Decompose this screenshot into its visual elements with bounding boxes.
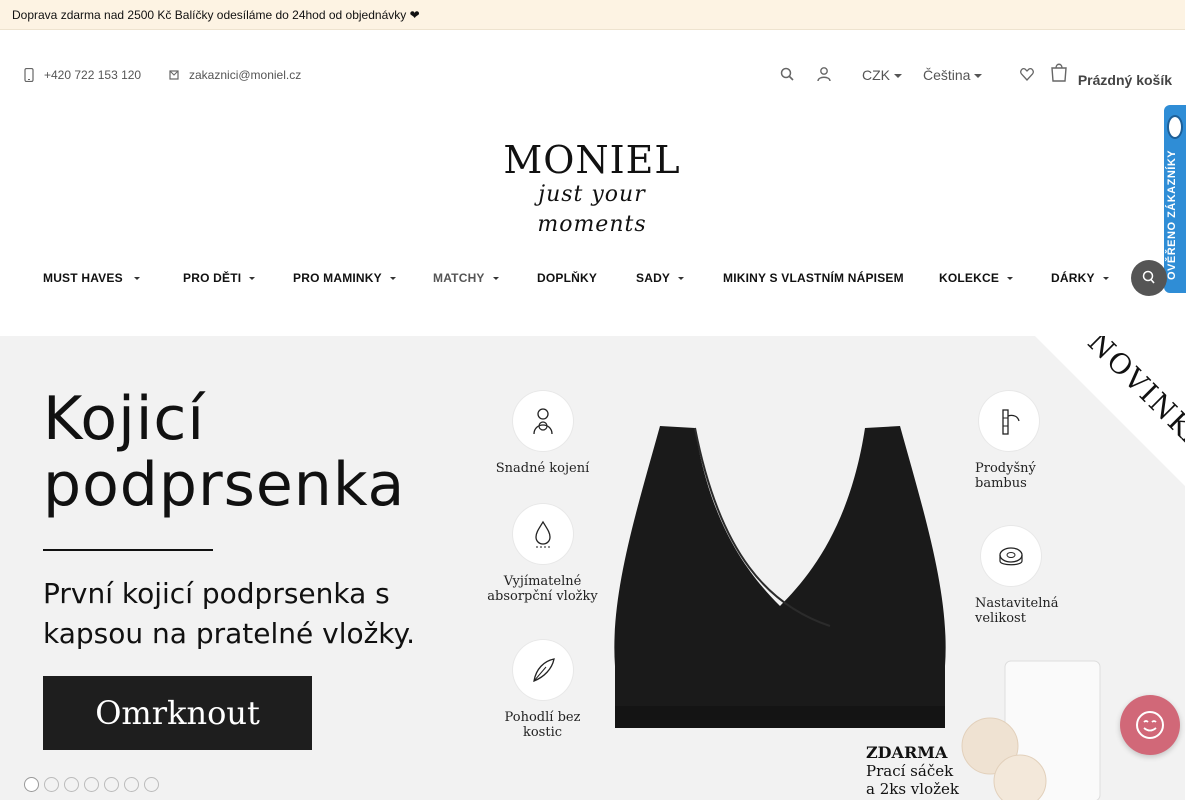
chevron-down-icon [389,277,396,281]
phone-contact[interactable]: +420 722 153 120 [24,67,142,83]
main-navigation: MUST HAVES PRO DĚTI PRO MAMINKY MATCHY D… [0,262,1185,294]
chevron-down-icon [249,277,256,281]
currency-select[interactable]: CZK [862,67,902,83]
nav-item-darky[interactable]: DÁRKY [1051,271,1109,285]
cart-icon[interactable] [1050,62,1068,82]
cart-label[interactable]: Prázdný košík [1078,72,1172,88]
free-gift-text: ZDARMA Prací sáček a 2ks vložek [866,743,959,799]
slider-dot[interactable] [24,777,39,792]
currency-value: CZK [862,67,890,83]
hero-subtitle-line1: První kojicí podprsenka s [43,577,390,610]
slider-pagination [24,777,160,792]
nav-item-label: SADY [636,271,671,285]
feature-item: Vyjímatelné absorpční vložky [465,504,620,604]
nursing-bra-image [614,426,946,728]
nav-item-kolekce[interactable]: KOLEKCE [939,271,1014,285]
slider-dot[interactable] [84,777,99,792]
laundry-bag-and-pads-image [961,660,1101,800]
chevron-down-icon [492,277,499,281]
slider-dot[interactable] [44,777,59,792]
feature-item: Snadné kojení [485,391,600,476]
nav-item-pro-deti[interactable]: PRO DĚTI [183,271,256,285]
free-gift-line2: a 2ks vložek [866,780,959,798]
hero-divider [43,549,213,551]
feature-label: kostic [522,725,563,740]
slider-dot[interactable] [64,777,79,792]
nav-search-button[interactable] [1131,260,1167,296]
slider-dot[interactable] [144,777,159,792]
brand-tagline: just your moments [537,182,647,237]
site-logo[interactable]: MONIEL just your moments [480,138,704,237]
nav-item-label: MUST HAVES [43,271,127,285]
announcement-text: Doprava zdarma nad 2500 Kč Balíčky odesí… [12,8,420,22]
nav-item-label: MIKINY S VLASTNÍM NÁPISEM [723,271,904,285]
nav-item-label: DÁRKY [1051,271,1095,285]
nav-item-must-haves[interactable]: MUST HAVES [43,271,141,285]
hero-subtitle: První kojicí podprsenka s kapsou na prat… [43,574,415,654]
free-gift-title: ZDARMA [866,743,948,762]
nav-item-label: PRO DĚTI [183,271,242,285]
slider-dot[interactable] [104,777,119,792]
feature-item: Pohodlí bez kostic [485,640,600,740]
feather-icon [512,640,573,700]
phone-icon [24,67,34,83]
breastfeeding-icon [512,391,573,451]
nav-item-label: PRO MAMINKY [293,271,382,285]
hero-title: Kojicí podprsenka [43,386,405,518]
feature-item: Nastavitelná velikost [975,526,1075,626]
feature-label: Vyjímatelné [503,574,582,589]
hero-title-line2: podprsenka [43,450,406,520]
nav-item-label: MATCHY [433,271,485,285]
hero-subtitle-line2: kapsou na pratelné vložky. [43,617,415,650]
announcement-bar: Doprava zdarma nad 2500 Kč Balíčky odesí… [0,0,1185,30]
feature-label: velikost [975,611,1026,626]
nav-item-pro-maminky[interactable]: PRO MAMINKY [293,271,396,285]
feature-label: absorpční vložky [487,589,598,604]
email-contact[interactable]: zakaznici@moniel.cz [169,68,301,82]
hero-cta-button[interactable]: Omrknout [43,676,312,750]
nav-item-mikiny[interactable]: MIKINY S VLASTNÍM NÁPISEM [723,271,904,285]
nav-item-label: DOPLŇKY [537,271,598,285]
chevron-down-icon [974,74,983,79]
chevron-down-icon [894,74,902,79]
search-icon [1142,270,1155,284]
language-value: Čeština [923,67,971,83]
droplet-icon [512,504,573,564]
nav-item-doplnky[interactable]: DOPLŇKY [537,271,597,285]
chevron-down-icon [1102,277,1109,281]
chevron-down-icon [1007,277,1014,281]
heart-icon[interactable] [1020,66,1034,82]
measuring-tape-icon [981,526,1041,586]
search-icon[interactable] [780,66,794,82]
slider-dot[interactable] [124,777,139,792]
feature-label: Pohodlí bez [504,710,581,725]
hero-banner[interactable]: Kojicí podprsenka První kojicí podprsenk… [0,336,1185,800]
free-gift-line1: Prací sáček [866,762,954,780]
bamboo-icon [979,391,1039,451]
chat-widget-button[interactable] [1120,695,1180,755]
email-address: zakaznici@moniel.cz [189,68,302,82]
seal-icon [1167,115,1183,139]
feature-label: Nastavitelná [975,596,1059,611]
hero-title-line1: Kojicí [43,384,206,454]
feature-label: Snadné kojení [495,461,590,476]
phone-number: +420 722 153 120 [44,68,142,82]
nav-item-sady[interactable]: SADY [636,271,685,285]
chevron-down-icon [678,277,685,281]
brand-name: MONIEL [503,138,681,182]
chevron-down-icon [134,277,141,281]
nav-item-label: KOLEKCE [939,271,1000,285]
smiley-icon [1136,711,1164,739]
mail-icon [169,68,179,82]
user-icon[interactable] [817,66,831,82]
language-select[interactable]: Čeština [923,67,983,83]
nav-item-matchy[interactable]: MATCHY [433,271,499,285]
